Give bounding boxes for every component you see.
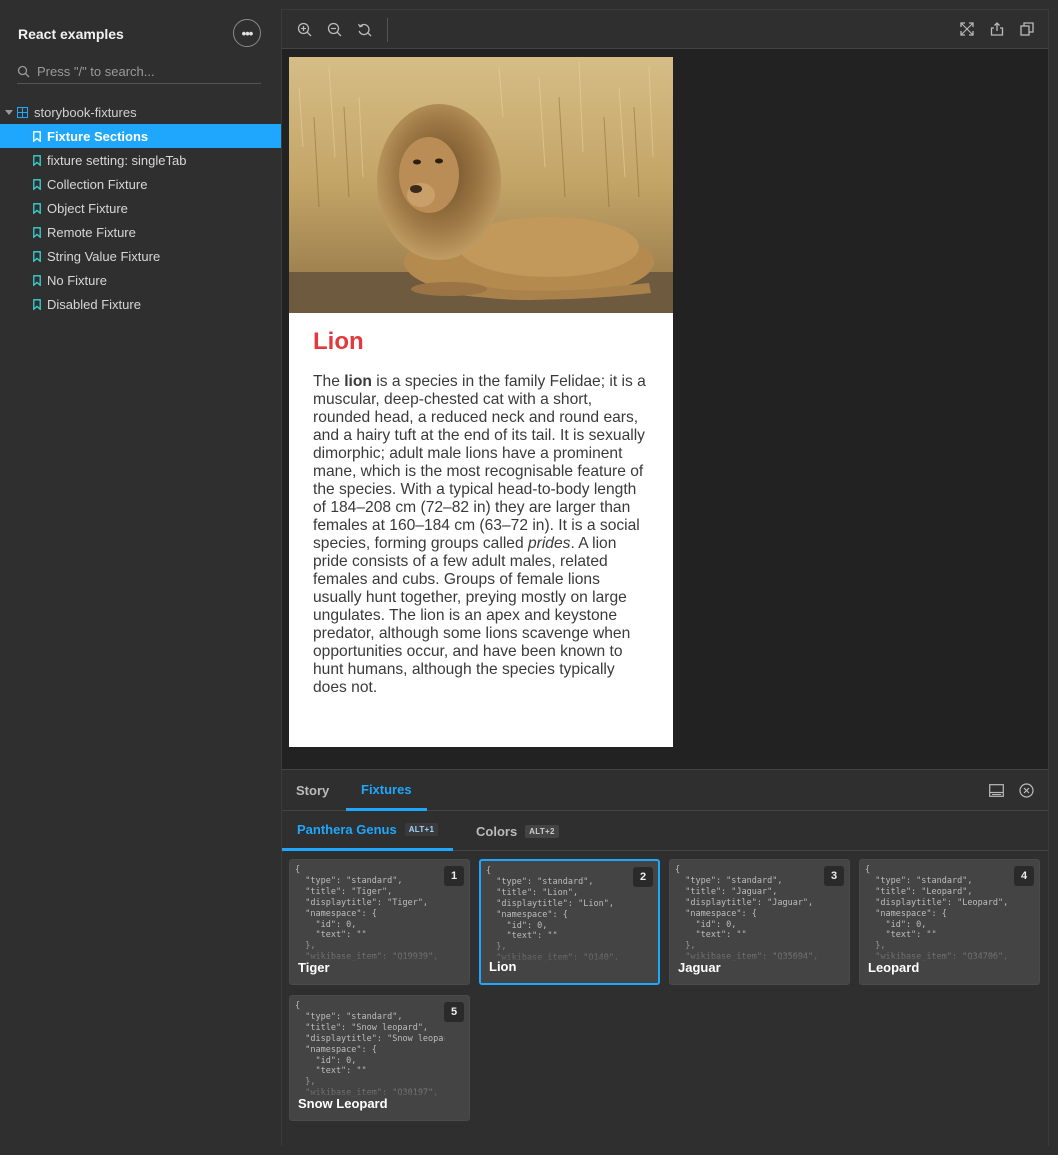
addons-panel: Story Fixtures Panthera Genus ALT+1 Colo… [282, 769, 1048, 1146]
sidebar-item-label: fixture setting: singleTab [47, 152, 187, 168]
tree-group-storybook-fixtures[interactable]: storybook-fixtures [0, 101, 281, 123]
bookmark-icon [33, 202, 41, 214]
close-panel-icon [1018, 782, 1034, 798]
shortcut-badge: ALT+1 [404, 823, 439, 836]
toolbar-divider [387, 18, 388, 42]
bookmark-icon [33, 226, 41, 238]
fixture-card-tiger[interactable]: { "type": "standard", "title": "Tiger", … [289, 859, 470, 985]
share-icon [990, 22, 1004, 36]
text-run: lion [344, 373, 372, 390]
sidebar-title: React examples [18, 26, 124, 42]
text-run: . A lion pride consists of a few adult m… [313, 535, 631, 696]
bookmark-icon [33, 178, 41, 190]
card-description: The lion is a species in the family Feli… [313, 373, 649, 697]
sidebar: React examples ••• storybook-fixtures Fi… [0, 0, 281, 1155]
fullscreen-button[interactable] [958, 20, 976, 38]
text-run: The [313, 373, 345, 390]
zoom-out-icon [327, 22, 341, 36]
ellipsis-icon: ••• [241, 25, 254, 41]
zoom-reset-button[interactable] [355, 20, 373, 38]
zoom-reset-icon [357, 23, 371, 36]
bookmark-icon [33, 154, 41, 166]
copy-link-button[interactable] [1018, 20, 1036, 38]
tab-story[interactable]: Story [296, 770, 329, 811]
bookmark-icon [33, 298, 41, 310]
fixture-name: Snow Leopard [298, 1096, 388, 1111]
fixture-card-jaguar[interactable]: { "type": "standard", "title": "Jaguar",… [669, 859, 850, 985]
fixture-number-badge: 2 [633, 867, 653, 887]
share-button[interactable] [988, 20, 1006, 38]
fixture-name: Tiger [298, 960, 330, 975]
bookmark-icon [33, 250, 41, 262]
fixture-section-tabs: Panthera Genus ALT+1 Colors ALT+2 [282, 811, 1048, 851]
sidebar-item-label: String Value Fixture [47, 248, 161, 264]
sidebar-item-fixture-setting-singletab[interactable]: fixture setting: singleTab [0, 148, 281, 172]
sidebar-item-collection-fixture[interactable]: Collection Fixture [0, 172, 281, 196]
copy-icon [1020, 22, 1034, 36]
sidebar-item-disabled-fixture[interactable]: Disabled Fixture [0, 292, 281, 316]
tab-colors[interactable]: Colors ALT+2 [476, 811, 559, 851]
fixture-name: Jaguar [678, 960, 721, 975]
bookmark-icon [33, 274, 41, 286]
sidebar-item-object-fixture[interactable]: Object Fixture [0, 196, 281, 220]
zoom-out-button[interactable] [325, 20, 343, 38]
lion-card: Lion The lion is a species in the family… [289, 57, 673, 747]
tab-panthera-genus[interactable]: Panthera Genus ALT+1 [282, 811, 454, 851]
main-area: Lion The lion is a species in the family… [281, 9, 1049, 1146]
sidebar-item-label: Remote Fixture [47, 224, 136, 240]
preview-toolbar [282, 10, 1048, 49]
tab-label: Colors [476, 823, 518, 839]
search-box [17, 60, 261, 84]
fixture-name: Leopard [868, 960, 920, 975]
fixture-card-lion[interactable]: { "type": "standard", "title": "Lion", "… [479, 859, 660, 985]
panel-tabbar: Story Fixtures [282, 770, 1048, 811]
sidebar-item-string-value-fixture[interactable]: String Value Fixture [0, 244, 281, 268]
component-grid-icon [17, 106, 28, 118]
sidebar-item-no-fixture[interactable]: No Fixture [0, 268, 281, 292]
sidebar-item-label: Disabled Fixture [47, 296, 141, 312]
tree-root-label: storybook-fixtures [34, 104, 137, 120]
fixture-number-badge: 5 [444, 1002, 464, 1022]
sidebar-item-label: No Fixture [47, 272, 107, 288]
sidebar-item-label: Collection Fixture [47, 176, 148, 192]
text-run: prides [527, 535, 571, 552]
sidebar-item-label: Object Fixture [47, 200, 128, 216]
fixture-card-leopard[interactable]: { "type": "standard", "title": "Leopard"… [859, 859, 1040, 985]
shortcut-badge: ALT+2 [525, 824, 559, 838]
sidebar-item-label: Fixture Sections [47, 128, 149, 144]
tab-fixtures[interactable]: Fixtures [346, 770, 427, 811]
fixture-name: Lion [489, 959, 517, 974]
expand-caret-icon [5, 109, 13, 115]
tab-label: Panthera Genus [297, 822, 397, 837]
more-options-button[interactable]: ••• [233, 19, 261, 47]
fixture-card-snow-leopard[interactable]: { "type": "standard", "title": "Snow leo… [289, 995, 470, 1121]
fixture-number-badge: 1 [444, 866, 464, 886]
lion-image [289, 57, 673, 313]
close-panel-button[interactable] [1018, 782, 1034, 798]
panel-toggle-icon [988, 783, 1004, 797]
text-run: is a species in the family Felidae; it i… [313, 373, 646, 552]
panel-orientation-button[interactable] [988, 782, 1004, 798]
fixture-number-badge: 4 [1014, 866, 1034, 886]
search-input[interactable] [37, 64, 247, 79]
story-list: Fixture Sections fixture setting: singleT… [0, 124, 281, 316]
zoom-in-icon [297, 22, 311, 36]
fullscreen-icon [960, 22, 974, 36]
sidebar-item-fixture-sections[interactable]: Fixture Sections [0, 124, 281, 148]
zoom-in-button[interactable] [295, 20, 313, 38]
preview-canvas: Lion The lion is a species in the family… [282, 49, 1048, 769]
card-title: Lion [313, 328, 364, 355]
search-icon [17, 65, 30, 78]
bookmark-icon [33, 130, 41, 142]
fixture-number-badge: 3 [824, 866, 844, 886]
sidebar-item-remote-fixture[interactable]: Remote Fixture [0, 220, 281, 244]
